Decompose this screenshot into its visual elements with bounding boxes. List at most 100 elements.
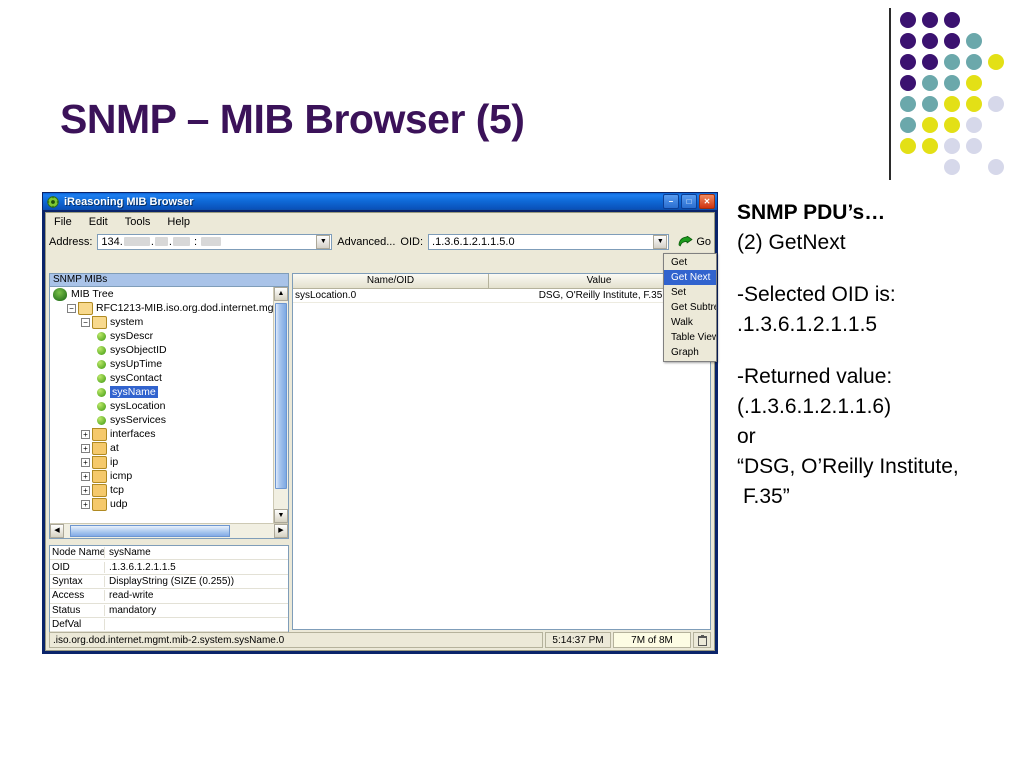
scroll-down-arrow-icon[interactable]: ▼ [274,509,288,523]
results-column-name[interactable]: Name/OID [293,274,489,288]
folder-icon [92,441,107,455]
tree-expand-icon[interactable]: + [81,499,90,509]
snmp-operation-context-menu[interactable]: GetGet NextSetGet SubtreeWalkTable ViewG… [663,253,717,362]
tree-horizontal-scrollbar[interactable]: ◀ ▶ [50,523,288,538]
property-value-text: sysName [109,547,151,559]
tree-expand-icon[interactable]: + [81,485,90,495]
window-title: iReasoning MIB Browser [64,195,194,208]
scroll-right-arrow-icon[interactable]: ▶ [274,524,288,538]
address-chevron-down-icon[interactable]: ▼ [316,234,331,249]
mib-tree[interactable]: MIB Tree − RFC1213-MIB.iso.org.dod.interne… [50,287,273,523]
oid-chevron-down-icon[interactable]: ▼ [653,234,668,249]
oid-leaf-icon [97,387,106,397]
tree-expand-icon[interactable]: + [81,429,90,439]
address-prefix: 134. [101,235,123,248]
logo-dot [988,54,1004,70]
tree-node[interactable]: sysName [50,385,273,399]
tree-node[interactable]: MIB Tree [50,287,273,301]
context-menu-item[interactable]: Set [664,285,716,300]
context-menu-item[interactable]: Table View [664,330,716,345]
address-colon: : [190,235,201,248]
tree-node[interactable]: sysServices [50,413,273,427]
tree-node[interactable]: sysObjectID [50,343,273,357]
tree-node[interactable]: sysContact [50,371,273,385]
property-row[interactable]: Access read-write [50,589,288,604]
logo-dot [944,54,960,70]
tree-node[interactable]: sysDescr [50,329,273,343]
tree-node-label: interfaces [110,428,156,440]
tree-node-label: tcp [110,484,125,496]
logo-dot [944,96,960,112]
oid-label: OID: [400,235,424,248]
property-key: Access [50,590,105,602]
oid-leaf-icon [97,401,106,411]
advanced-button[interactable]: Advanced... [337,236,395,248]
table-row[interactable]: sysLocation.0 DSG, O'Reilly Institute, F.… [293,289,710,303]
tree-node[interactable]: + ip [50,455,273,469]
folder-icon [92,427,107,441]
oid-input[interactable]: .1.3.6.1.2.1.1.5.0 ▼ [428,233,670,250]
menu-item-help[interactable]: Help [167,216,190,228]
hscroll-track[interactable] [64,524,274,538]
oid-leaf-icon [97,359,106,369]
context-menu-item[interactable]: Graph [664,345,716,360]
tree-expand-icon[interactable]: + [81,457,90,467]
tree-node[interactable]: + at [50,441,273,455]
tree-node[interactable]: + icmp [50,469,273,483]
logo-dot [966,54,982,70]
tree-node-label: sysObjectID [110,344,167,356]
menu-item-edit[interactable]: Edit [89,216,108,228]
close-button[interactable]: ✕ [699,194,715,209]
tree-node[interactable]: + interfaces [50,427,273,441]
go-arrow-icon [678,235,693,248]
property-row[interactable]: Status mandatory [50,604,288,618]
scroll-up-arrow-icon[interactable]: ▲ [274,287,288,301]
property-key: Node Name [52,547,105,559]
notes-line: “DSG, O’Reilly Institute, [737,455,959,478]
status-path: .iso.org.dod.internet.mgmt.mib-2.system.… [49,632,543,648]
property-row[interactable]: DefVal [50,618,288,633]
tree-node[interactable]: sysUpTime [50,357,273,371]
go-button[interactable]: Go [674,235,711,248]
context-menu-item[interactable]: Walk [664,315,716,330]
menu-item-file[interactable]: File [54,216,72,228]
logo-dot [944,117,960,133]
tree-expand-icon[interactable]: + [81,471,90,481]
context-menu-item[interactable]: Get [664,255,716,270]
tree-collapse-icon[interactable]: − [67,303,76,313]
status-bar: .iso.org.dod.internet.mgmt.mib-2.system.… [49,632,711,648]
scroll-left-arrow-icon[interactable]: ◀ [50,524,64,538]
trash-icon[interactable] [693,632,711,648]
property-row[interactable]: OID .1.3.6.1.2.1.1.5 [50,560,288,575]
minimize-button[interactable]: – [663,194,679,209]
tree-vscroll-thumb[interactable] [275,303,287,489]
property-key: Syntax [50,575,105,587]
property-row[interactable]: Syntax DisplayString (SIZE (0.255)) [50,575,288,590]
logo-dot [900,138,916,154]
menu-item-tools[interactable]: Tools [125,216,151,228]
logo-dot [922,75,938,91]
tree-node-label: sysContact [110,372,162,384]
logo-dot [988,96,1004,112]
context-menu-item[interactable]: Get Next [664,270,716,285]
folder-icon [92,455,107,469]
window-titlebar[interactable]: iReasoning MIB Browser – □ ✕ [43,193,717,210]
address-dot-2: . [168,235,172,248]
address-dot-1: . [150,235,154,248]
tree-collapse-icon[interactable]: − [81,317,90,327]
address-input[interactable]: 134... : ▼ [97,233,333,250]
tree-node[interactable]: − RFC1213-MIB.iso.org.dod.internet.mgmt.m… [50,301,273,315]
tree-node-label: MIB Tree [71,288,114,300]
tree-node[interactable]: − system [50,315,273,329]
tree-node[interactable]: + udp [50,497,273,511]
tree-node[interactable]: sysLocation [50,399,273,413]
tree-vertical-scrollbar[interactable]: ▲ ▼ [273,287,288,523]
tree-expand-icon[interactable]: + [81,443,90,453]
mib-tree-root-icon [53,287,67,301]
property-row[interactable]: Node Name sysName [50,546,288,561]
tree-hscroll-thumb[interactable] [70,525,230,537]
maximize-button[interactable]: □ [681,194,697,209]
context-menu-item[interactable]: Get Subtree [664,300,716,315]
oid-value: .1.3.6.1.2.1.1.5.0 [432,235,515,248]
tree-node[interactable]: + tcp [50,483,273,497]
